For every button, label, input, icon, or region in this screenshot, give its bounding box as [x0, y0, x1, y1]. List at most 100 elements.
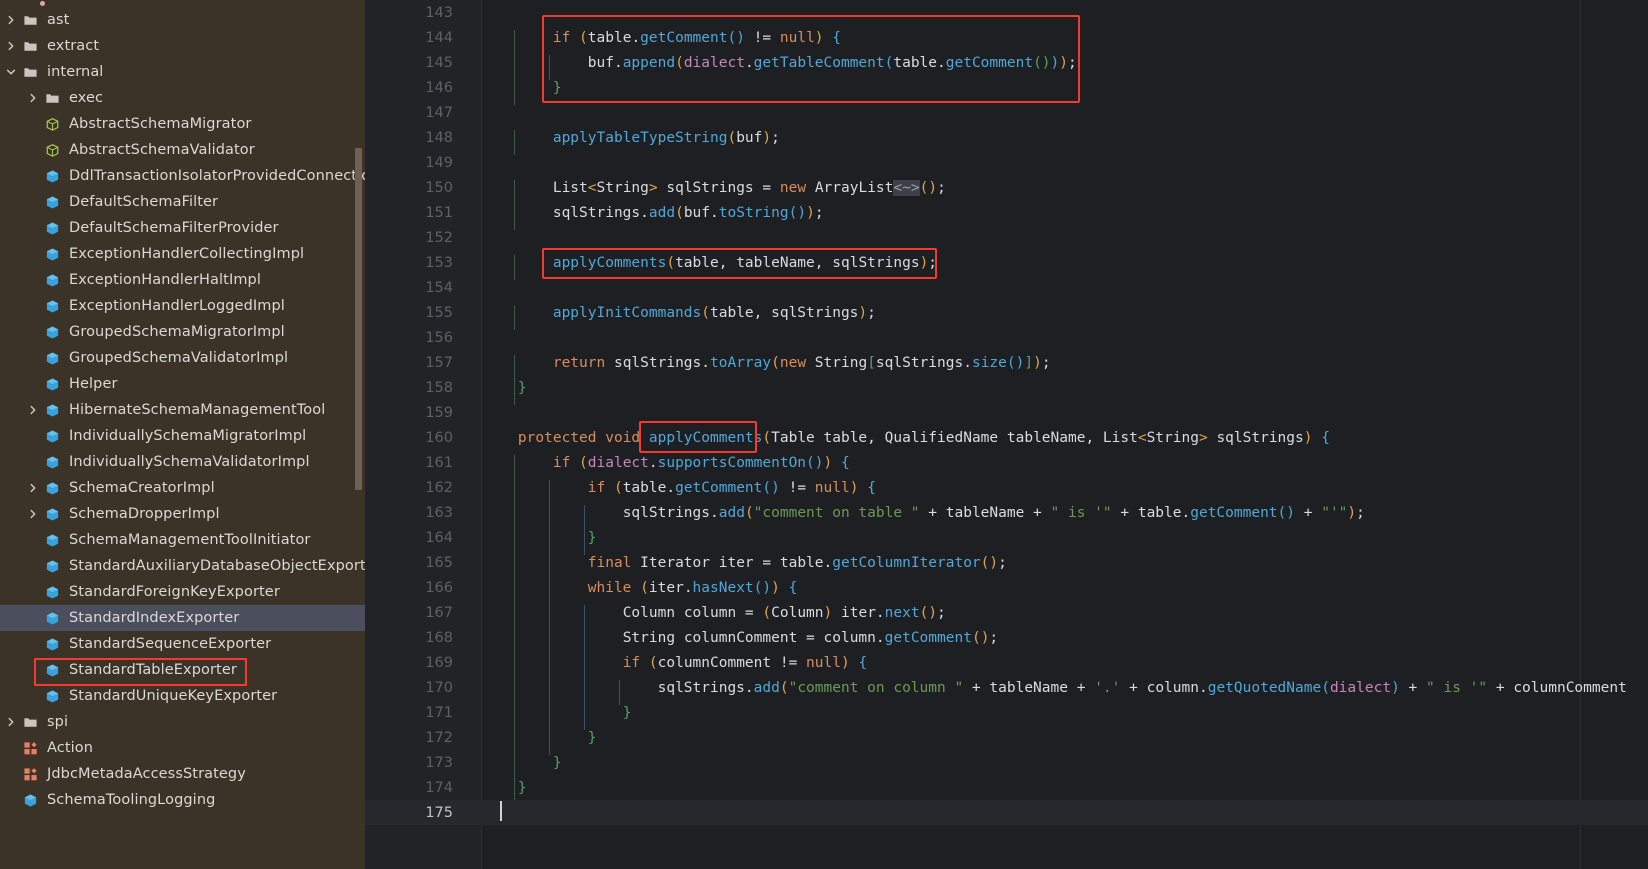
code-line[interactable]: 159 [365, 400, 1648, 425]
code-text[interactable]: sqlStrings.add("comment on table " + tab… [465, 504, 1648, 530]
tree-item-spi[interactable]: spi [0, 709, 365, 735]
tree-item-schemacreatorimpl[interactable]: SchemaCreatorImpl [0, 475, 365, 501]
code-line[interactable]: 161 if (dialect.supportsCommentOn()) { [365, 450, 1648, 480]
code-text[interactable]: } [465, 729, 1648, 755]
project-tree[interactable]: ast extract internal exec AbstractSchemaMigr… [0, 7, 365, 813]
code-line[interactable]: 171 } [365, 700, 1648, 730]
code-line[interactable]: 143 [365, 0, 1648, 25]
code-line[interactable]: 153 applyComments(table, tableName, sqlS… [365, 250, 1648, 280]
tree-item-standardsequenceexporter[interactable]: StandardSequenceExporter [0, 631, 365, 657]
code-line[interactable]: 154 [365, 275, 1648, 300]
code-line[interactable]: 156 [365, 325, 1648, 350]
tree-item-jdbcmetadaaccessstrategy[interactable]: JdbcMetadaAccessStrategy [0, 761, 365, 787]
tree-item-exceptionhandlercollectingimpl[interactable]: ExceptionHandlerCollectingImpl [0, 241, 365, 267]
code-line[interactable]: 163 sqlStrings.add("comment on table " +… [365, 500, 1648, 530]
code-text[interactable]: } [465, 529, 1648, 555]
project-tree-sidebar[interactable]: ast extract internal exec AbstractSchemaMigr… [0, 0, 365, 869]
code-line[interactable]: 148 applyTableTypeString(buf); [365, 125, 1648, 155]
code-text[interactable]: } [465, 704, 1648, 730]
tree-item-individuallyschemamigratorimpl[interactable]: IndividuallySchemaMigratorImpl [0, 423, 365, 449]
code-text[interactable]: Column column = (Column) iter.next(); [465, 604, 1648, 630]
tree-item-individuallyschemavalidatorimpl[interactable]: IndividuallySchemaValidatorImpl [0, 449, 365, 475]
tree-item-exceptionhandlerloggedimpl[interactable]: ExceptionHandlerLoggedImpl [0, 293, 365, 319]
tree-item-exec[interactable]: exec [0, 85, 365, 111]
tree-item-extract[interactable]: extract [0, 33, 365, 59]
tree-item-schematoolinglogging[interactable]: SchemaToolingLogging [0, 787, 365, 813]
chevron-right-icon[interactable] [24, 509, 42, 519]
tree-item-defaultschemafilterprovider[interactable]: DefaultSchemaFilterProvider [0, 215, 365, 241]
code-line[interactable]: 147 [365, 100, 1648, 125]
code-text[interactable]: } [465, 79, 1648, 105]
code-line[interactable]: 174 } [365, 775, 1648, 805]
tree-item-abstractschemavalidator[interactable]: AbstractSchemaValidator [0, 137, 365, 163]
tree-item-abstractschemamigrator[interactable]: AbstractSchemaMigrator [0, 111, 365, 137]
code-text[interactable]: applyComments(table, tableName, sqlStrin… [465, 254, 1648, 280]
code-line[interactable]: 170 sqlStrings.add("comment on column " … [365, 675, 1648, 705]
tree-item-standarduniquekeyexporter[interactable]: StandardUniqueKeyExporter [0, 683, 365, 709]
tree-item-groupedschemavalidatorimpl[interactable]: GroupedSchemaValidatorImpl [0, 345, 365, 371]
tree-item-hibernateschemamanagementtool[interactable]: HibernateSchemaManagementTool [0, 397, 365, 423]
code-text[interactable]: applyTableTypeString(buf); [465, 129, 1648, 155]
code-line[interactable]: 172 } [365, 725, 1648, 755]
chevron-down-icon[interactable] [2, 67, 20, 77]
code-text[interactable]: if (columnComment != null) { [465, 654, 1648, 680]
code-line[interactable]: 144 if (table.getComment() != null) { [365, 25, 1648, 55]
code-line[interactable]: 167 Column column = (Column) iter.next()… [365, 600, 1648, 630]
code-line[interactable]: 155 applyInitCommands(table, sqlStrings)… [365, 300, 1648, 330]
code-text[interactable]: } [465, 754, 1648, 780]
code-text[interactable]: return sqlStrings.toArray(new String[sql… [465, 354, 1648, 380]
code-lines-container[interactable]: 143 144 if (table.getComment() != null) {… [365, 0, 1648, 869]
code-line[interactable]: 165 final Iterator iter = table.getColum… [365, 550, 1648, 580]
code-line[interactable]: 146 } [365, 75, 1648, 105]
chevron-right-icon[interactable] [24, 483, 42, 493]
code-text[interactable]: sqlStrings.add(buf.toString()); [465, 204, 1648, 230]
code-line[interactable]: 150 List<String> sqlStrings = new ArrayL… [365, 175, 1648, 205]
code-line[interactable]: 162 if (table.getComment() != null) { [365, 475, 1648, 505]
code-line[interactable]: 158 } [365, 375, 1648, 405]
code-text[interactable]: applyInitCommands(table, sqlStrings); [465, 304, 1648, 330]
tree-item-helper[interactable]: Helper [0, 371, 365, 397]
tree-item-ddltransactionisolatorprovidedconnectionimpl[interactable]: DdlTransactionIsolatorProvidedConnection… [0, 163, 365, 189]
tree-item-ast[interactable]: ast [0, 7, 365, 33]
tree-item-standardauxiliarydatabaseobjectexporter[interactable]: StandardAuxiliaryDatabaseObjectExporter [0, 553, 365, 579]
code-line[interactable]: 145 buf.append(dialect.getTableComment(t… [365, 50, 1648, 80]
code-text[interactable]: if (dialect.supportsCommentOn()) { [465, 454, 1648, 480]
chevron-right-icon[interactable] [24, 93, 42, 103]
tree-item-groupedschemamigratorimpl[interactable]: GroupedSchemaMigratorImpl [0, 319, 365, 345]
code-text[interactable]: if (table.getComment() != null) { [465, 29, 1648, 55]
code-line[interactable]: 149 [365, 150, 1648, 175]
code-editor-pane[interactable]: 143 144 if (table.getComment() != null) {… [365, 0, 1648, 869]
tree-item-schemadropperimpl[interactable]: SchemaDropperImpl [0, 501, 365, 527]
code-line[interactable]: 164 } [365, 525, 1648, 555]
tree-item-internal[interactable]: internal [0, 59, 365, 85]
code-text[interactable]: while (iter.hasNext()) { [465, 579, 1648, 605]
chevron-right-icon[interactable] [24, 405, 42, 415]
chevron-right-icon[interactable] [2, 41, 20, 51]
code-line[interactable]: 175 [365, 800, 1648, 825]
code-line[interactable]: 152 [365, 225, 1648, 250]
tree-item-standardtableexporter[interactable]: StandardTableExporter [0, 657, 365, 686]
code-text[interactable]: List<String> sqlStrings = new ArrayList<… [465, 179, 1648, 205]
code-text[interactable]: sqlStrings.add("comment on column " + ta… [465, 679, 1648, 705]
code-text[interactable]: if (table.getComment() != null) { [465, 479, 1648, 505]
code-line[interactable]: 157 return sqlStrings.toArray(new String… [365, 350, 1648, 380]
code-text[interactable]: protected void applyComments(Table table… [465, 430, 1648, 446]
code-text[interactable]: buf.append(dialect.getTableComment(table… [465, 54, 1648, 80]
tree-item-standardindexexporter[interactable]: StandardIndexExporter [0, 605, 365, 631]
tree-item-standardforeignkeyexporter[interactable]: StandardForeignKeyExporter [0, 579, 365, 605]
chevron-right-icon[interactable] [2, 15, 20, 25]
code-line[interactable]: 166 while (iter.hasNext()) { [365, 575, 1648, 605]
code-text[interactable]: final Iterator iter = table.getColumnIte… [465, 554, 1648, 580]
code-line[interactable]: 169 if (columnComment != null) { [365, 650, 1648, 680]
tree-item-action[interactable]: Action [0, 735, 365, 761]
sidebar-scrollbar-thumb[interactable] [355, 148, 362, 490]
code-text[interactable]: String columnComment = column.getComment… [465, 629, 1648, 655]
code-line[interactable]: 160 protected void applyComments(Table t… [365, 425, 1648, 450]
code-text[interactable]: } [465, 779, 1648, 805]
code-text[interactable]: } [465, 379, 1648, 405]
tree-item-schemamanagementtoolinitiator[interactable]: SchemaManagementToolInitiator [0, 527, 365, 553]
tree-item-defaultschemafilter[interactable]: DefaultSchemaFilter [0, 189, 365, 215]
code-line[interactable]: 173 } [365, 750, 1648, 780]
code-line[interactable]: 168 String columnComment = column.getCom… [365, 625, 1648, 655]
chevron-right-icon[interactable] [2, 717, 20, 727]
